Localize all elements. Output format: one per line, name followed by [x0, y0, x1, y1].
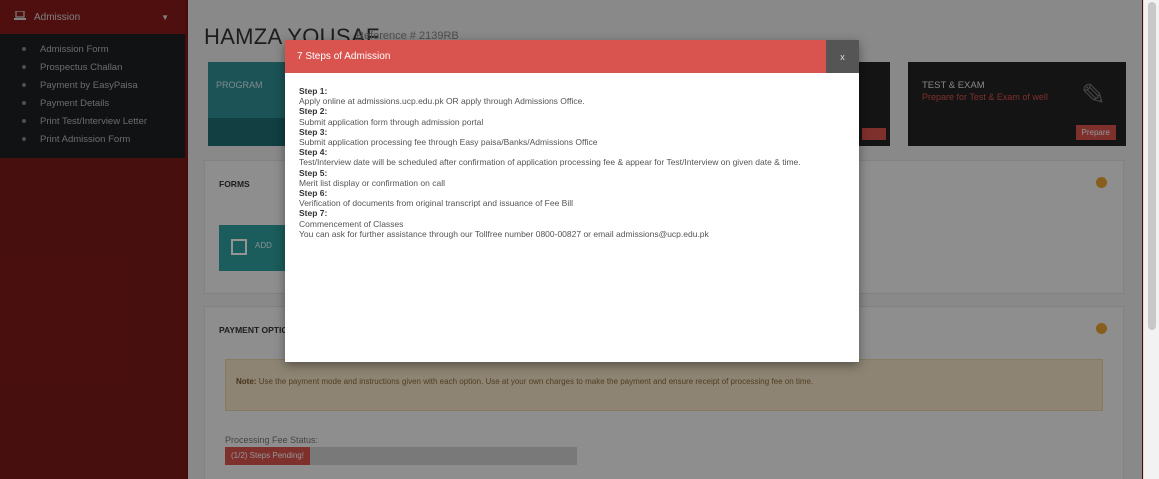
- close-button[interactable]: x: [826, 40, 859, 73]
- step-text: Submit application form through admissio…: [299, 116, 484, 127]
- step-text: Merit list display or confirmation on ca…: [299, 177, 445, 188]
- step-text: Submit application processing fee throug…: [299, 137, 598, 148]
- step-title: Step 2:: [299, 106, 328, 117]
- step-title: Step 4:: [299, 147, 328, 158]
- modal-header: 7 Steps of Admission x: [285, 40, 859, 73]
- step-title: Step 3:: [299, 126, 328, 137]
- step-text: Verification of documents from original …: [299, 198, 574, 209]
- vertical-scrollbar[interactable]: [1143, 0, 1159, 479]
- step-title: Step 5:: [299, 167, 328, 178]
- modal-title: 7 Steps of Admission: [297, 51, 391, 62]
- modal-footer-text: You can ask for further assistance throu…: [299, 228, 709, 239]
- step-text: Commencement of Classes: [299, 218, 404, 229]
- step-title: Step 7:: [299, 208, 328, 219]
- scrollbar-thumb[interactable]: [1148, 2, 1156, 330]
- step-title: Step 6:: [299, 188, 328, 199]
- step-text: Apply online at admissions.ucp.edu.pk OR…: [299, 96, 585, 107]
- step-text: Test/Interview date will be scheduled af…: [299, 157, 801, 168]
- admission-steps-modal: 7 Steps of Admission x Step 1: Apply onl…: [285, 40, 859, 362]
- step-title: Step 1:: [299, 86, 328, 96]
- modal-body: Step 1: Apply online at admissions.ucp.e…: [299, 86, 845, 239]
